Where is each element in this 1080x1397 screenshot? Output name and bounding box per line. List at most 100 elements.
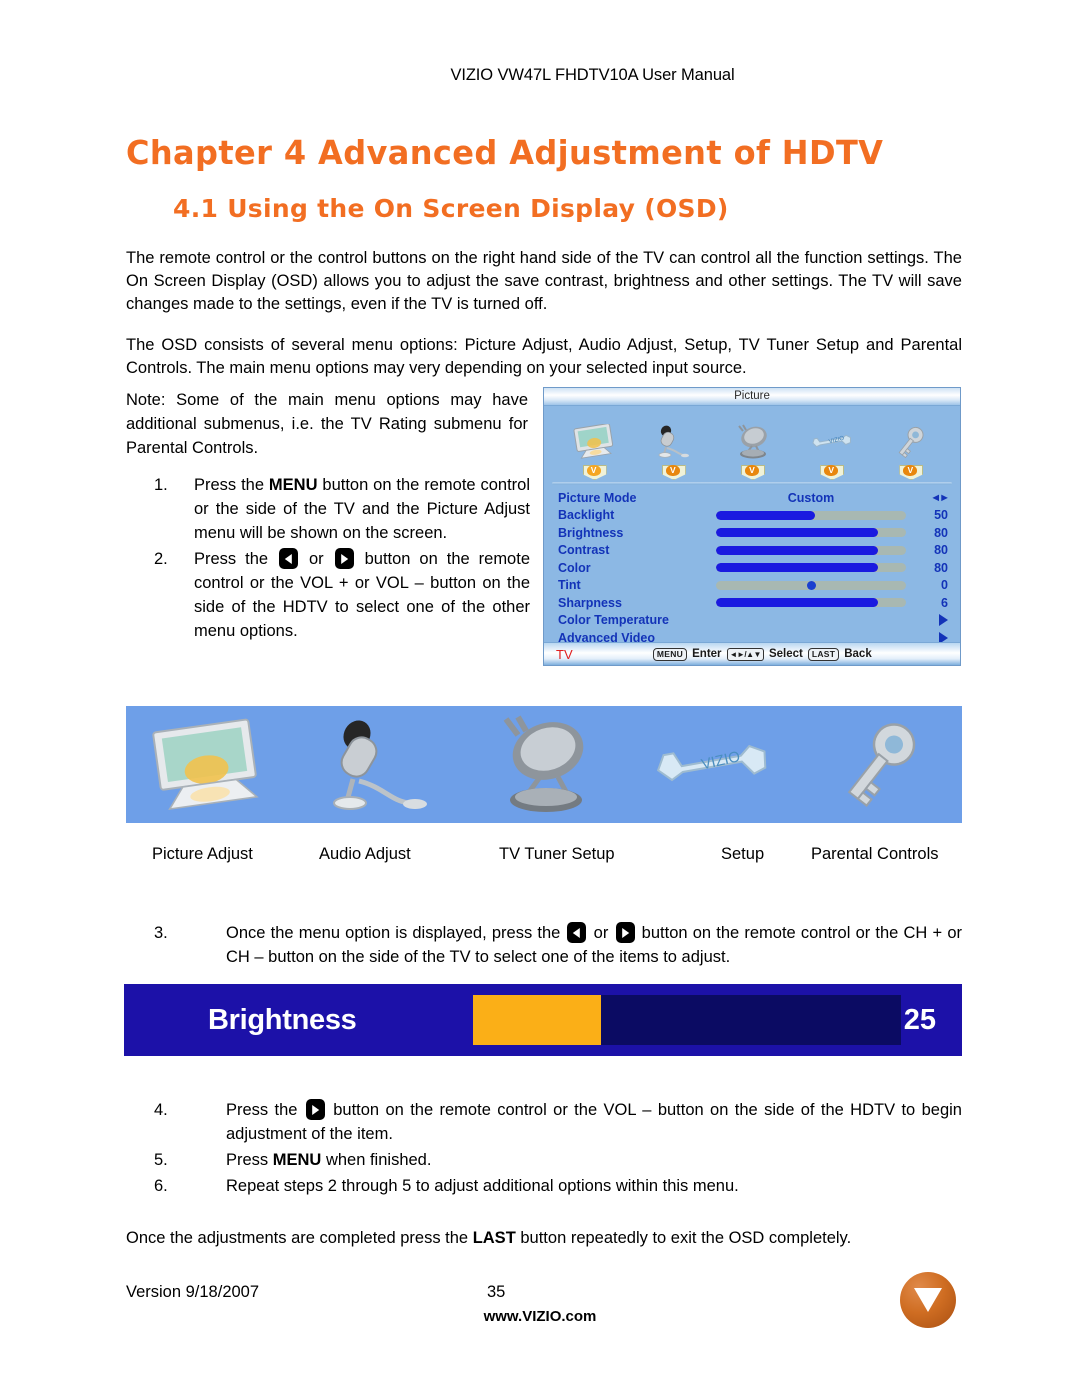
osd-row-brightness[interactable]: Brightness 80 [558, 524, 948, 542]
osd-icon-audio-adjust[interactable]: V [640, 420, 706, 480]
osd-slider-track[interactable] [716, 580, 906, 590]
band-label-setup: Setup [721, 845, 765, 863]
step-1-text: Press the MENU button on the remote cont… [194, 473, 530, 545]
osd-label: Backlight [558, 508, 615, 523]
osd-overview-paragraph: The OSD consists of several menu options… [126, 336, 962, 377]
closing-post: button repeatedly to exit the OSD comple… [515, 1229, 852, 1247]
vizio-badge-icon: V [740, 465, 765, 480]
osd-row-color[interactable]: Color 80 [558, 559, 948, 577]
osd-slider-fill [716, 545, 878, 555]
band-icon-parental-controls [795, 706, 962, 823]
brightness-label: Brightness [208, 1003, 357, 1036]
vizio-badge-icon: V [661, 465, 686, 480]
osd-label: Sharpness [558, 595, 622, 610]
osd-slider-track[interactable] [716, 528, 906, 538]
monitor-icon [151, 718, 259, 810]
brightness-value: 25 [903, 1003, 936, 1036]
chevron-right-icon[interactable] [939, 614, 948, 627]
step-3: 3. Once the menu option is displayed, pr… [126, 921, 962, 969]
vizio-logo [900, 1272, 956, 1328]
osd-row-contrast[interactable]: Contrast 80 [558, 542, 948, 560]
footer-version: Version 9/18/2007 [126, 1283, 260, 1301]
band-icon-picture-adjust [126, 706, 293, 823]
step-5-number: 5. [154, 1151, 168, 1169]
step-6: 6. Repeat steps 2 through 5 to adjust ad… [126, 1174, 962, 1198]
step-5-menu-keyword: MENU [272, 1151, 322, 1169]
osd-slider-track[interactable] [716, 563, 906, 573]
osd-settings-list: Picture Mode Custom ◄► Backlight 50 Brig… [544, 489, 960, 647]
microphone-icon [640, 420, 706, 464]
brightness-osd-bar[interactable]: Brightness 25 [124, 984, 962, 1056]
osd-slider-knob[interactable] [806, 580, 816, 590]
step-1-menu-keyword: MENU [268, 476, 318, 494]
back-hint-label: Back [844, 648, 872, 660]
step-3-number: 3. [154, 924, 168, 942]
left-arrow-key-icon [567, 922, 587, 943]
osd-value: 80 [934, 525, 948, 540]
chapter-title: Chapter 4 Advanced Adjustment of HDTV [126, 133, 884, 172]
osd-picture-menu[interactable]: Picture V V V VIZIO V V Picture Mode Cus… [543, 387, 961, 666]
band-label-picture-adjust: Picture Adjust [152, 845, 253, 863]
osd-label: Brightness [558, 525, 624, 540]
section-title: 4.1 Using the On Screen Display (OSD) [173, 194, 729, 223]
osd-icon-picture-adjust[interactable]: V [561, 420, 627, 480]
band-icon-setup: VIZIO [628, 706, 795, 823]
osd-row-tint[interactable]: Tint 0 [558, 577, 948, 595]
osd-slider-track[interactable] [716, 598, 906, 608]
closing-last-keyword: LAST [472, 1229, 516, 1247]
left-arrow-key-icon [279, 548, 299, 569]
right-arrow-key-icon [615, 922, 635, 943]
osd-slider-track[interactable] [716, 510, 906, 520]
right-arrow-key-icon [334, 548, 354, 569]
running-header: VIZIO VW47L FHDTV10A User Manual [450, 66, 735, 84]
osd-row-sharpness[interactable]: Sharpness 6 [558, 594, 948, 612]
osd-icon-tv-tuner-setup[interactable]: V [719, 420, 785, 480]
steps-tail-column: 4. Press the button on the remote contro… [126, 1098, 962, 1200]
osd-label: Tint [558, 578, 581, 593]
vizio-badge-icon: V [899, 465, 924, 480]
steps-left-column: 1. Press the MENU button on the remote c… [126, 473, 530, 645]
key-icon [877, 420, 943, 464]
osd-slider-track[interactable] [716, 545, 906, 555]
step-5-pre: Press [226, 1151, 273, 1169]
band-label-audio-adjust: Audio Adjust [319, 845, 411, 863]
step-2-seg1: Press the [194, 550, 278, 568]
step-2-number: 2. [154, 550, 168, 568]
vizio-v-icon [914, 1288, 942, 1312]
step-6-text: Repeat steps 2 through 5 to adjust addit… [226, 1177, 739, 1195]
osd-key-hints: MENU Enter ◄►/▲▼ Select LAST Back [573, 647, 960, 661]
wrench-icon: VIZIO [798, 420, 864, 464]
osd-label: Contrast [558, 543, 610, 558]
osd-value: 0 [941, 578, 948, 593]
osd-status-bar: TV MENU Enter ◄►/▲▼ Select LAST Back [544, 642, 960, 665]
monitor-icon [561, 420, 627, 464]
osd-row-color-temperature[interactable]: Color Temperature [558, 612, 948, 630]
vizio-badge-icon: V [582, 465, 607, 480]
osd-label: Color [558, 560, 591, 575]
brightness-slider-track[interactable] [473, 995, 901, 1045]
step-3-seg1: Once the menu option is displayed, press… [226, 924, 566, 942]
osd-row-backlight[interactable]: Backlight 50 [558, 507, 948, 525]
step-6-number: 6. [154, 1177, 168, 1195]
footer-page-number: 35 [487, 1283, 506, 1301]
key-icon [848, 722, 916, 807]
svg-text:VIZIO: VIZIO [700, 748, 742, 773]
step-4-seg1: Press the [226, 1101, 304, 1119]
osd-divider [552, 482, 952, 485]
step-3-text: Once the menu option is displayed, press… [226, 921, 962, 969]
osd-value: 50 [934, 508, 948, 523]
band-icon-tv-tuner-setup [460, 706, 627, 823]
osd-icon-setup[interactable]: VIZIO V [798, 420, 864, 480]
vizio-badge-icon: V [820, 465, 845, 480]
osd-row-picture-mode[interactable]: Picture Mode Custom ◄► [558, 489, 950, 507]
osd-slider-fill [716, 563, 878, 573]
left-right-arrows-icon[interactable]: ◄► [914, 492, 950, 504]
step-4-number: 4. [154, 1101, 168, 1119]
osd-icon-parental-controls[interactable]: V [877, 420, 943, 480]
band-label-tv-tuner-setup: TV Tuner Setup [499, 845, 615, 863]
svg-text:VIZIO: VIZIO [828, 436, 845, 446]
nav-key-pill: ◄►/▲▼ [726, 647, 764, 661]
step-2-text: Press the or button on the remote contro… [194, 547, 530, 643]
osd-value: Custom [787, 490, 835, 505]
step-3-seg2: or [588, 924, 614, 942]
